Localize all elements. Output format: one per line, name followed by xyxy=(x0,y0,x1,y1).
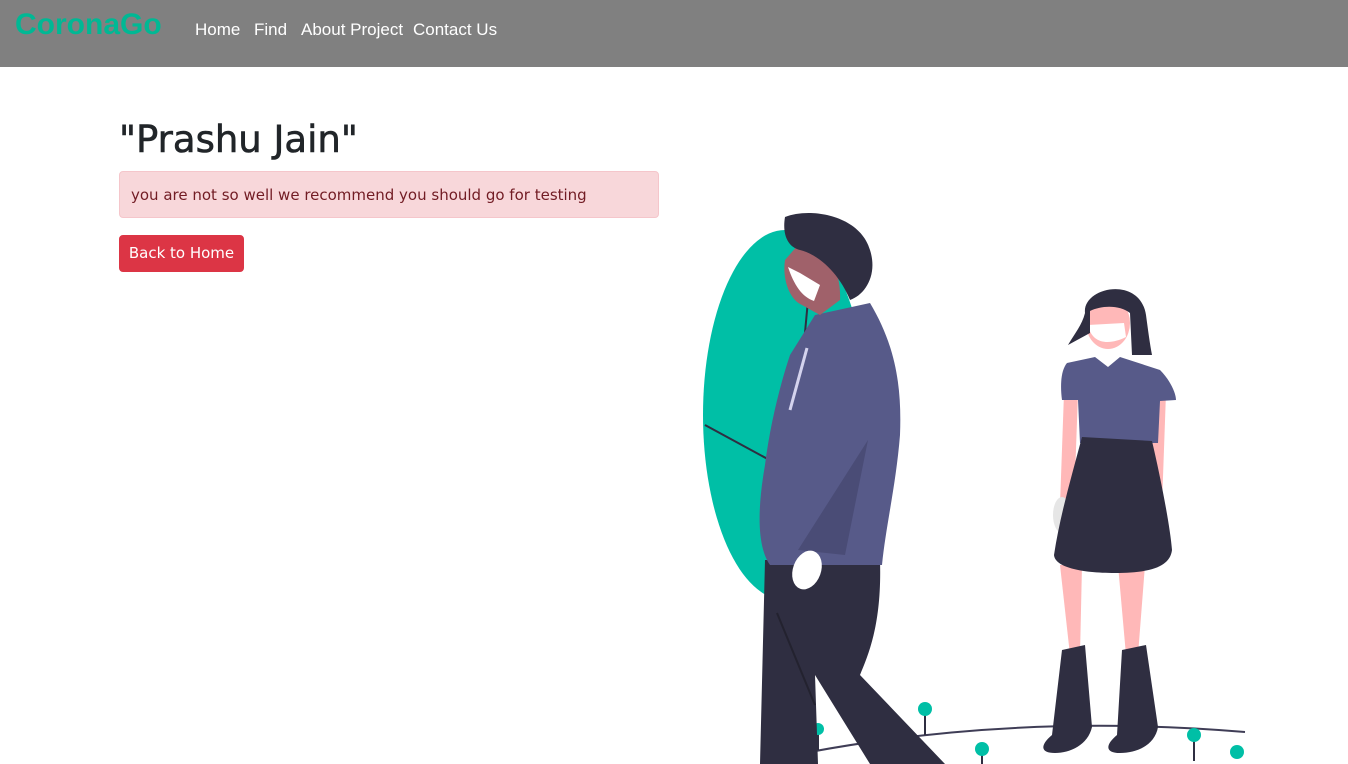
woman-boot-right xyxy=(1108,645,1158,753)
page-title: "Prashu Jain" xyxy=(119,118,358,162)
man-pants xyxy=(760,560,945,764)
people-wearing-masks-illustration xyxy=(703,213,1246,764)
navbar: CoronaGo Home Find About Project Contact… xyxy=(0,0,1348,67)
back-to-home-button[interactable]: Back to Home xyxy=(119,235,244,272)
nav-link-about-project[interactable]: About Project xyxy=(301,20,403,40)
woman-figure xyxy=(1043,289,1176,753)
nav-link-home[interactable]: Home xyxy=(195,20,240,40)
nav-link-find[interactable]: Find xyxy=(254,20,287,40)
result-alert: you are not so well we recommend you sho… xyxy=(119,171,659,218)
woman-boot-left xyxy=(1043,645,1092,753)
nav-link-contact-us[interactable]: Contact Us xyxy=(413,20,497,40)
brand-logo[interactable]: CoronaGo xyxy=(15,8,162,42)
